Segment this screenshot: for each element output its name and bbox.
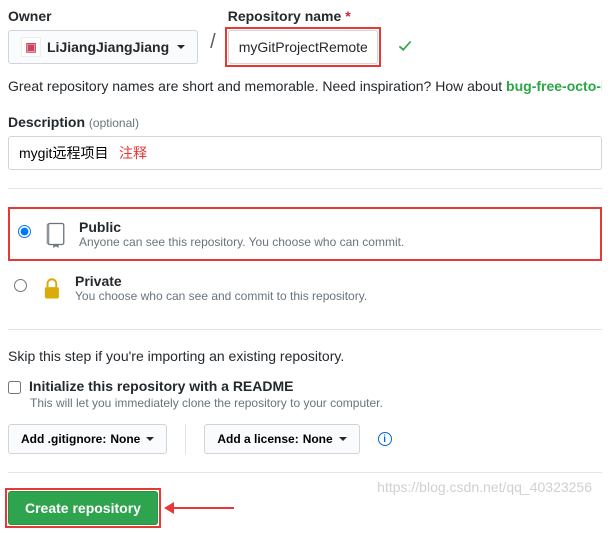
help-text: Great repository names are short and mem… — [8, 78, 602, 94]
repo-public-icon — [41, 219, 69, 249]
divider-vertical — [185, 424, 186, 454]
repo-name-label: Repository name * — [228, 8, 378, 24]
repo-private-icon — [37, 273, 65, 303]
annotation-arrow — [174, 507, 234, 509]
readme-note: This will let you immediately clone the … — [30, 396, 602, 410]
public-option[interactable]: Public Anyone can see this repository. Y… — [12, 211, 598, 257]
private-option[interactable]: Private You choose who can see and commi… — [8, 265, 602, 311]
slash-separator: / — [206, 31, 220, 64]
check-icon — [396, 38, 414, 56]
readme-checkbox[interactable] — [8, 381, 21, 394]
description-label: Description (optional) — [8, 114, 602, 130]
license-dropdown[interactable]: Add a license: None — [204, 424, 359, 454]
divider — [8, 472, 602, 473]
caret-down-icon — [339, 437, 347, 441]
gitignore-dropdown[interactable]: Add .gitignore: None — [8, 424, 167, 454]
create-repository-button[interactable]: Create repository — [8, 491, 158, 525]
divider — [8, 188, 602, 189]
caret-down-icon — [146, 437, 154, 441]
suggestion-link[interactable]: bug-free-octo-in — [506, 78, 602, 94]
divider — [8, 329, 602, 330]
owner-dropdown[interactable]: ▣ LiJiangJiangJiang — [8, 30, 198, 64]
private-radio[interactable] — [14, 279, 27, 292]
readme-label[interactable]: Initialize this repository with a README — [29, 378, 293, 394]
watermark-text: https://blog.csdn.net/qq_40323256 — [377, 479, 592, 495]
owner-label: Owner — [8, 8, 198, 24]
private-desc: You choose who can see and commit to thi… — [75, 289, 367, 303]
public-radio[interactable] — [18, 225, 31, 238]
description-input[interactable] — [9, 139, 119, 167]
owner-avatar-icon: ▣ — [21, 37, 41, 57]
public-title: Public — [79, 219, 404, 235]
required-asterisk: * — [345, 8, 350, 24]
private-title: Private — [75, 273, 367, 289]
info-icon[interactable]: i — [378, 432, 392, 446]
public-highlight-box: Public Anyone can see this repository. Y… — [8, 207, 602, 261]
owner-name: LiJiangJiangJiang — [47, 39, 169, 55]
repo-name-input[interactable] — [228, 30, 378, 64]
description-annotation: 注释 — [119, 143, 147, 163]
skip-step-text: Skip this step if you're importing an ex… — [8, 348, 602, 364]
public-desc: Anyone can see this repository. You choo… — [79, 235, 404, 249]
caret-down-icon — [177, 45, 185, 49]
